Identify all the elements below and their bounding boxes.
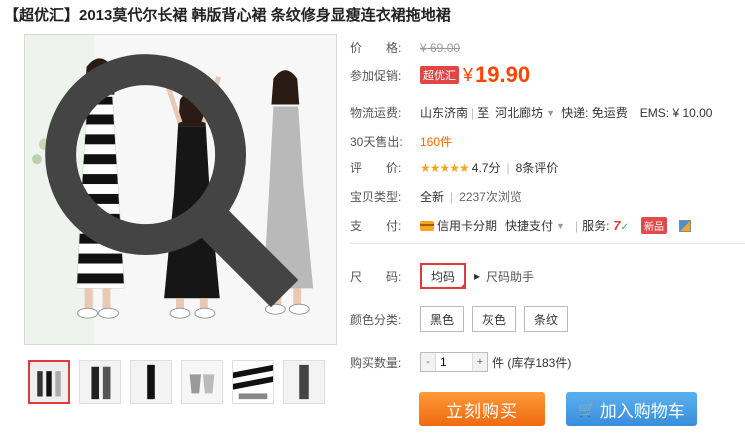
service-label: 服务: bbox=[582, 219, 610, 233]
express-fee: 快递: 免运费 bbox=[561, 106, 628, 120]
review-count[interactable]: 8条评价 bbox=[516, 159, 559, 176]
ship-from: 山东济南 bbox=[420, 106, 469, 120]
item-condition: 全新 bbox=[420, 190, 445, 204]
sales-count: 160件 bbox=[420, 135, 453, 149]
quick-pay[interactable]: 快捷支付 bbox=[505, 217, 553, 234]
quantity-input[interactable] bbox=[435, 353, 473, 371]
item-type-sep: | bbox=[450, 189, 454, 204]
minus-icon[interactable]: - bbox=[421, 353, 435, 371]
quantity-label: 购买数量: bbox=[350, 355, 402, 370]
size-option-one-size[interactable]: 均码 bbox=[420, 263, 467, 289]
stock-info: 件 (库存183件) bbox=[492, 355, 572, 370]
thumbnail-2[interactable] bbox=[79, 360, 121, 404]
seven-day-return-icon[interactable]: 7✓ bbox=[613, 218, 629, 233]
ship-sep-bar: | bbox=[471, 105, 475, 120]
product-title: 【超优汇】2013莫代尔长裙 韩版背心裙 条纹修身显瘦连衣裙拖地裙 bbox=[4, 7, 451, 24]
sales-label: 30天售出: bbox=[350, 135, 403, 149]
rating-label: 评 价: bbox=[350, 161, 402, 175]
promo-label: 参加促销: bbox=[350, 68, 402, 83]
view-count: 2237次浏览 bbox=[459, 190, 522, 204]
price-label: 价 格: bbox=[350, 41, 402, 55]
credit-card-icon bbox=[420, 220, 434, 231]
rating-sep: | bbox=[506, 160, 510, 175]
promo-price: 19.90 bbox=[475, 62, 531, 87]
quantity-row: 购买数量: - + 件 (库存183件) bbox=[350, 352, 571, 372]
rating-score: 4.7分 bbox=[471, 161, 501, 175]
new-product-badge[interactable]: 新品 bbox=[641, 217, 668, 234]
payment-label: 支 付: bbox=[350, 219, 402, 233]
triangle-right-icon: ▸ bbox=[474, 269, 481, 283]
size-label: 尺 码: bbox=[350, 269, 402, 284]
color-option-black[interactable]: 黑色 bbox=[420, 306, 465, 332]
star-rating-icon: ★★★★★ bbox=[420, 160, 470, 175]
shipping-label: 物流运费: bbox=[350, 106, 402, 120]
add-to-cart-label: 加入购物车 bbox=[599, 401, 685, 421]
promo-row: 参加促销: 超优汇 ¥ 19.90 bbox=[350, 62, 530, 88]
item-type-label: 宝贝类型: bbox=[350, 190, 402, 204]
magnifier-icon[interactable] bbox=[24, 34, 332, 340]
shipping-row: 物流运费: 山东济南 | 至 河北廊坊 ▼ 快递: 免运费 EMS: ¥ 10.… bbox=[350, 104, 712, 121]
cart-icon: 🛒 bbox=[578, 400, 596, 417]
color-option-stripe[interactable]: 条纹 bbox=[524, 306, 569, 332]
item-type-row: 宝贝类型: 全新 | 2237次浏览 bbox=[350, 188, 522, 205]
size-row: 尺 码: 均码 ▸ 尺码助手 bbox=[350, 263, 534, 289]
color-label: 颜色分类: bbox=[350, 312, 402, 327]
thumbnail-pointer bbox=[46, 360, 56, 361]
payment-sep: | bbox=[574, 218, 579, 233]
add-to-cart-button[interactable]: 🛒 加入购物车 bbox=[566, 392, 697, 426]
caret-down-icon[interactable]: ▼ bbox=[546, 108, 555, 118]
caret-down-icon[interactable]: ▼ bbox=[556, 221, 565, 231]
price-row: 价 格: ¥ 69.00 bbox=[350, 39, 460, 56]
original-price: ¥ 69.00 bbox=[420, 40, 461, 55]
rating-row: 评 价: ★★★★★ 4.7分 | 8条评价 bbox=[350, 159, 558, 176]
currency-symbol: ¥ bbox=[463, 64, 474, 85]
plus-icon[interactable]: + bbox=[473, 353, 487, 371]
quantity-stepper[interactable]: - + bbox=[420, 352, 488, 372]
buy-now-button[interactable]: 立刻购买 bbox=[419, 392, 545, 426]
credit-installment[interactable]: 信用卡分期 bbox=[437, 217, 497, 234]
ship-sep: 至 bbox=[477, 106, 490, 120]
thumbnail-3[interactable] bbox=[130, 360, 172, 404]
sales-row: 30天售出: 160件 bbox=[350, 133, 452, 150]
promo-badge[interactable]: 超优汇 bbox=[420, 66, 459, 84]
ship-to[interactable]: 河北廊坊 bbox=[495, 104, 543, 121]
thumbnail-4[interactable] bbox=[181, 360, 223, 404]
section-divider bbox=[350, 243, 745, 244]
color-row: 颜色分类: 黑色 灰色 条纹 bbox=[350, 306, 576, 332]
thumbnail-6[interactable] bbox=[283, 360, 325, 404]
thumbnail-strip bbox=[24, 360, 337, 406]
size-helper-link[interactable]: 尺码助手 bbox=[486, 268, 534, 285]
thumbnail-1[interactable] bbox=[28, 360, 70, 404]
main-product-image[interactable] bbox=[24, 34, 337, 345]
ems-fee: EMS: ¥ 10.00 bbox=[639, 105, 713, 120]
gift-icon[interactable] bbox=[679, 219, 692, 232]
color-option-gray[interactable]: 灰色 bbox=[472, 306, 517, 332]
thumbnail-5[interactable] bbox=[232, 360, 274, 404]
payment-row: 支 付: 信用卡分期 快捷支付 ▼ | 服务: 7✓ 新品 bbox=[350, 217, 692, 234]
